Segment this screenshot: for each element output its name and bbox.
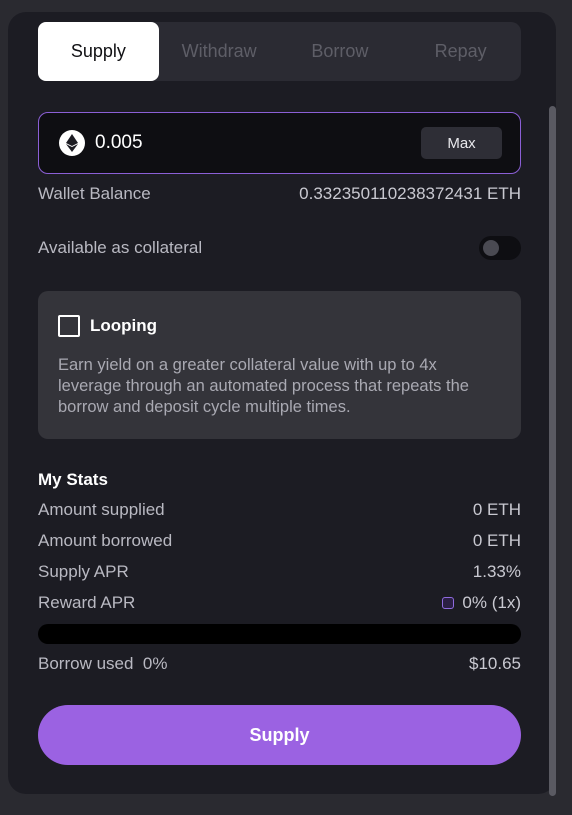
looping-title: Looping [90,316,158,335]
amount-input[interactable] [95,132,421,154]
wallet-balance-value: 0.332350110238372431 ETH [299,184,521,203]
borrow-used-bar [38,624,521,644]
reward-token-icon [442,597,455,609]
max-button[interactable]: Max [421,127,502,159]
collateral-toggle[interactable] [479,236,521,260]
borrow-used-label: Borrow used [38,654,134,673]
amount-borrowed-row: Amount borrowed 0 ETH [38,531,521,551]
supply-panel: Supply Withdraw Borrow Repay Max Wallet … [8,12,556,794]
collateral-label: Available as collateral [38,238,203,257]
scrollbar[interactable] [549,106,556,796]
reward-apr-value: 0% (1x) [462,593,521,612]
wallet-balance-row: Wallet Balance 0.332350110238372431 ETH [38,184,521,204]
amount-field: Max [38,112,521,174]
supply-apr-label: Supply APR [38,562,129,581]
amount-borrowed-label: Amount borrowed [38,531,173,550]
amount-borrowed-value: 0 ETH [472,531,521,550]
amount-supplied-label: Amount supplied [38,500,165,519]
amount-supplied-value: 0 ETH [472,500,521,519]
action-tabs: Supply Withdraw Borrow Repay [38,22,521,81]
borrow-used-value: $10.65 [469,654,521,673]
borrow-used-wrap: Borrow used 0% [38,654,167,674]
stats-title: My Stats [38,470,108,489]
collateral-row: Available as collateral [38,236,521,260]
wallet-balance-label: Wallet Balance [38,184,151,203]
looping-checkbox[interactable] [58,315,80,337]
amount-supplied-row: Amount supplied 0 ETH [38,500,521,520]
supply-apr-row: Supply APR 1.33% [38,562,521,582]
looping-description: Earn yield on a greater collateral value… [58,356,469,416]
supply-apr-value: 1.33% [472,562,521,581]
toggle-knob [483,240,499,256]
reward-apr-row: Reward APR 0% (1x) [38,593,521,613]
reward-apr-wrap: 0% (1x) [442,593,521,613]
supply-button[interactable]: Supply [38,705,521,765]
tab-borrow[interactable]: Borrow [280,22,401,81]
tab-repay[interactable]: Repay [400,22,521,81]
borrow-used-percent: 0% [142,654,168,673]
reward-apr-label: Reward APR [38,593,136,612]
tab-supply[interactable]: Supply [38,22,159,81]
eth-icon [59,130,85,156]
borrow-used-row: Borrow used 0% $10.65 [38,654,521,674]
tab-withdraw[interactable]: Withdraw [159,22,280,81]
looping-card: Looping Earn yield on a greater collater… [38,291,521,439]
looping-header: Looping [58,315,501,337]
